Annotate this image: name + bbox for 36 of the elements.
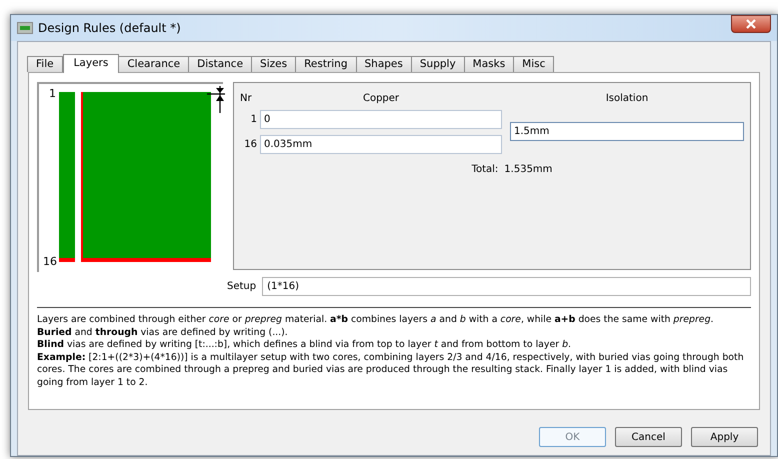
tab[interactable]: Layers — [62, 54, 120, 73]
help-text: Example: [2:1+((2*3)+(4*16))] is a multilayer setup with two cores, combining layers 2/3 and 4/16, respectively, with buried vias going through both cores. The cores are combined through a prepreg and buried vias are produced through the resulting stack. Finally layer 1 is added, with blind vias going from layer 1 to 2. — [37, 352, 745, 389]
tab[interactable]: Sizes — [251, 56, 296, 72]
dialog-button[interactable]: Apply — [691, 427, 758, 447]
tab[interactable]: File — [27, 56, 63, 72]
close-icon — [746, 19, 756, 29]
tab[interactable]: Clearance — [118, 56, 190, 72]
layer-number: 16 — [243, 138, 258, 152]
tab[interactable]: Supply — [410, 56, 465, 72]
setup-field[interactable]: (1*16) — [262, 277, 751, 296]
thickness-arrow-icon — [207, 86, 227, 114]
tab[interactable]: Masks — [464, 56, 514, 72]
tab[interactable]: Distance — [188, 56, 252, 72]
help-text: Blind vias are defined by writing [t:...:b], which defines a blind via from top to layer t and from bottom to layer b. — [37, 339, 572, 352]
dialog-button[interactable]: OK — [539, 427, 606, 447]
tab[interactable]: Misc — [513, 56, 554, 72]
column-header: Copper — [362, 92, 400, 106]
copper-field[interactable]: 0 — [260, 110, 502, 129]
column-header: Nr — [240, 92, 253, 106]
layer-number: 1 — [250, 113, 258, 127]
layer-number: 16 — [43, 254, 57, 270]
total-value: 1.535mm — [504, 163, 552, 177]
help-text: Layers are combined through either core or prepreg material. a*b combines layers a and b with a core, while a+b does the same with prepreg. — [37, 314, 715, 326]
column-header: Isolation — [604, 92, 650, 106]
help-text: Buried and through vias are defined by writing (...). — [37, 326, 289, 339]
total-label: Total: — [472, 163, 498, 177]
dialog-button[interactable]: Cancel — [615, 427, 682, 447]
layer-number: 1 — [49, 86, 56, 102]
isolation-field[interactable]: 1.5mm — [510, 122, 744, 141]
window-title: Design Rules (default *) — [38, 20, 181, 37]
tab[interactable]: Restring — [295, 56, 357, 72]
close-button[interactable] — [731, 15, 771, 33]
app-logo-icon — [17, 22, 33, 34]
tab[interactable]: Shapes — [356, 56, 412, 72]
setup-label: Setup — [227, 280, 256, 294]
copper-field[interactable]: 0.035mm — [260, 135, 502, 154]
